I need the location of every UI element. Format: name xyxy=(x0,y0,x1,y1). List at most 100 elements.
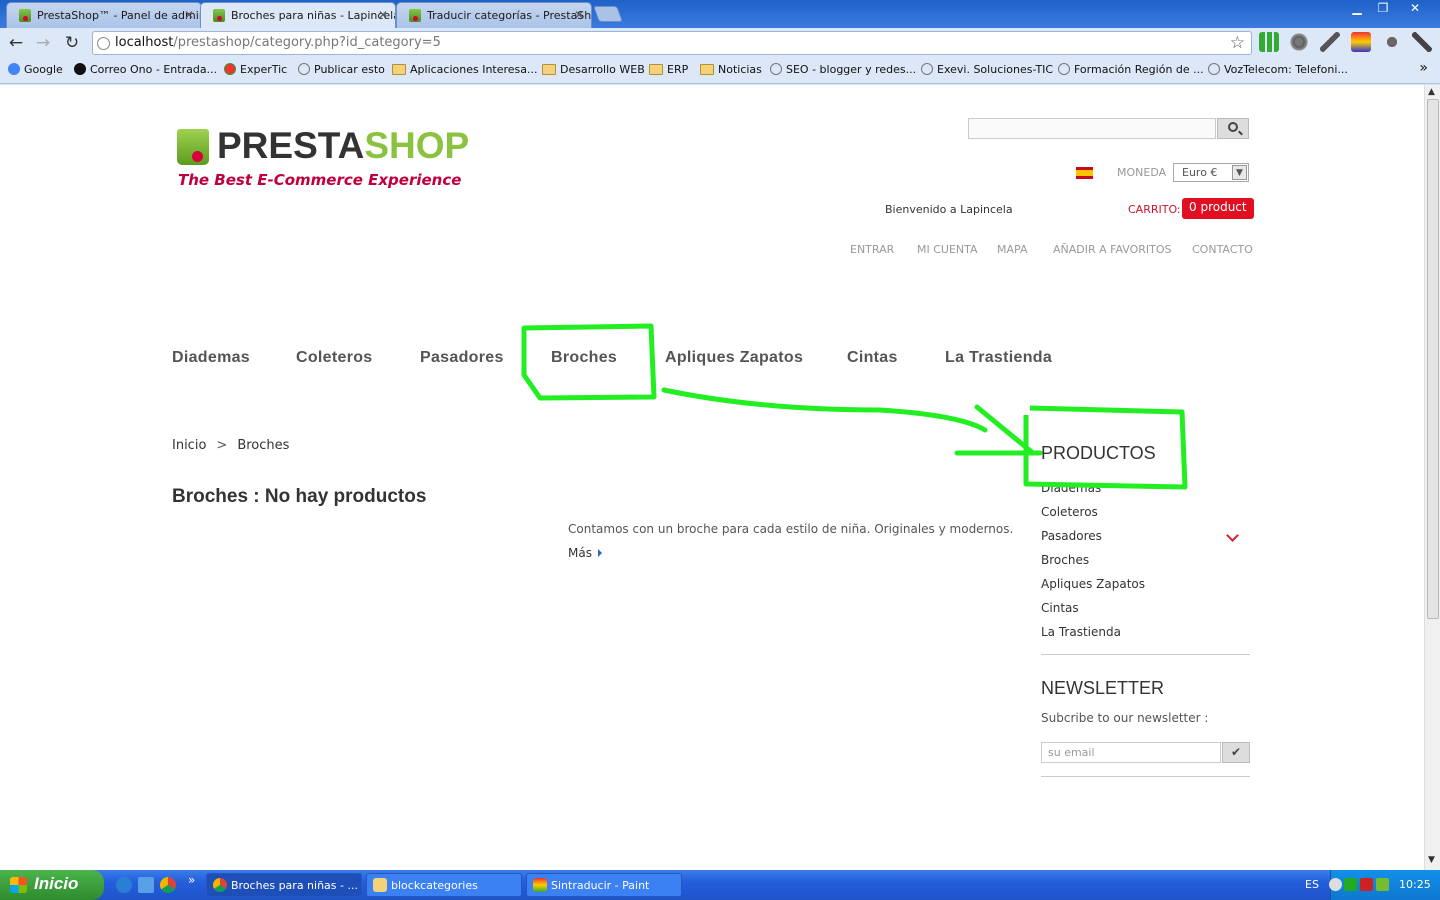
forward-button[interactable]: → xyxy=(32,32,54,54)
prestashop-logo[interactable]: PRESTASHOP The Best E-Commerce Experienc… xyxy=(177,125,469,191)
link-favoritos[interactable]: AÑADIR A FAVORITOS xyxy=(1053,243,1172,256)
clock: 10:25 xyxy=(1399,878,1431,891)
bookmark-voztelecom[interactable]: VozTelecom: Telefoni... xyxy=(1208,63,1348,76)
close-window-button[interactable]: ✕ xyxy=(1402,0,1428,18)
new-tab-button[interactable] xyxy=(593,6,623,22)
start-button[interactable]: Inicio xyxy=(0,870,104,900)
newsletter-email-input[interactable]: su email xyxy=(1041,742,1221,763)
color-extension-icon[interactable] xyxy=(1351,32,1371,52)
tab-broches[interactable]: Broches para niñas - Lapincela ✕ xyxy=(200,2,396,29)
close-icon[interactable]: ✕ xyxy=(378,8,388,22)
bookmark-correo-ono[interactable]: Correo Ono - Entrada... xyxy=(74,63,217,76)
page-title: Broches : No hay productos xyxy=(172,486,427,507)
internet-explorer-icon[interactable] xyxy=(116,877,132,893)
bookmark-label: ERP xyxy=(667,63,689,76)
close-icon[interactable]: ✕ xyxy=(184,8,194,22)
signal-extension-icon[interactable] xyxy=(1259,32,1279,52)
outlook-icon[interactable] xyxy=(138,877,154,893)
google-icon xyxy=(8,63,20,75)
link-mapa[interactable]: MAPA xyxy=(997,243,1027,256)
eyedropper-extension-icon[interactable] xyxy=(1320,32,1340,52)
quicklaunch-more-icon[interactable]: » xyxy=(188,873,195,887)
globe-icon xyxy=(298,63,310,75)
gear-extension-icon[interactable] xyxy=(1289,32,1309,52)
cart-button[interactable]: 0 product xyxy=(1182,198,1254,219)
chevron-down-icon[interactable] xyxy=(1226,529,1239,542)
taskbar-window-label: Sintraducir - Paint xyxy=(551,879,650,892)
language-indicator[interactable]: ES xyxy=(1305,878,1319,891)
tray-nvidia-icon[interactable] xyxy=(1376,878,1389,891)
link-contacto[interactable]: CONTACTO xyxy=(1192,243,1253,256)
bookmark-publicar[interactable]: Publicar esto xyxy=(298,63,385,76)
category-diademas[interactable]: Diademas xyxy=(1041,481,1101,495)
tray-arrow-icon[interactable] xyxy=(1329,878,1342,891)
menu-la-trastienda[interactable]: La Trastienda xyxy=(945,349,1052,367)
reload-button[interactable]: ↻ xyxy=(61,32,83,54)
bookmark-label: Correo Ono - Entrada... xyxy=(90,63,218,76)
menu-pasadores[interactable]: Pasadores xyxy=(420,349,504,367)
chrome-icon[interactable] xyxy=(160,877,176,893)
tab-prestashop-admin[interactable]: PrestaShop™ - Panel de admir ✕ xyxy=(6,2,202,28)
bookmark-label: ExperTic xyxy=(240,63,288,76)
link-entrar[interactable]: ENTRAR xyxy=(850,243,894,256)
address-bar[interactable]: localhost/prestashop/category.php?id_cat… xyxy=(92,31,1252,55)
bookmark-seo[interactable]: SEO - blogger y redes... xyxy=(770,63,916,76)
bookmark-desarrollo[interactable]: Desarrollo WEB xyxy=(542,63,645,76)
menu-broches[interactable]: Broches xyxy=(551,349,617,367)
currency-label: MONEDA xyxy=(1117,166,1167,179)
more-link[interactable]: Más xyxy=(568,546,602,560)
logo-tagline: The Best E-Commerce Experience xyxy=(178,171,462,189)
chevron-down-icon: ▼ xyxy=(1232,165,1247,180)
menu-cintas[interactable]: Cintas xyxy=(847,349,898,367)
minimize-button[interactable]: ▁ xyxy=(1344,0,1370,18)
close-icon[interactable]: ✕ xyxy=(574,8,584,22)
restore-button[interactable]: ❐ xyxy=(1370,0,1396,18)
taskbar-paint-window[interactable]: Sintraducir - Paint xyxy=(526,873,682,897)
tray-green-icon[interactable] xyxy=(1344,878,1357,891)
search-button[interactable] xyxy=(1217,118,1249,139)
logo-text-shop: SHOP xyxy=(364,125,470,166)
breadcrumb-home[interactable]: Inicio xyxy=(172,438,206,453)
taskbar-folder-window[interactable]: blockcategories xyxy=(366,873,522,897)
category-coleteros[interactable]: Coleteros xyxy=(1041,505,1098,519)
bug-extension-icon[interactable] xyxy=(1382,32,1402,52)
category-pasadores[interactable]: Pasadores xyxy=(1041,529,1102,543)
vertical-scrollbar[interactable]: ▲ ▼ xyxy=(1424,85,1440,870)
start-label: Inicio xyxy=(34,874,79,893)
currency-select[interactable]: Euro € ▼ xyxy=(1173,163,1249,182)
expertic-icon xyxy=(224,63,236,75)
bookmark-formacion[interactable]: Formación Región de ... xyxy=(1058,63,1204,76)
back-button[interactable]: ← xyxy=(5,32,27,54)
link-mi-cuenta[interactable]: MI CUENTA xyxy=(917,243,978,256)
bookmark-expertic[interactable]: ExperTic xyxy=(224,63,287,76)
tab-title: PrestaShop™ - Panel de admir xyxy=(37,9,202,22)
bookmark-exevi[interactable]: Exevi. Soluciones-TIC xyxy=(921,63,1053,76)
category-cintas[interactable]: Cintas xyxy=(1041,601,1079,615)
bookmarks-bar: Google Correo Ono - Entrada... ExperTic … xyxy=(0,58,1440,84)
tab-traducir[interactable]: Traducir categorías - PrestaSh ✕ xyxy=(396,2,592,28)
bookmark-google[interactable]: Google xyxy=(8,63,63,76)
scroll-down-icon[interactable]: ▼ xyxy=(1428,855,1435,865)
search-input[interactable] xyxy=(968,118,1216,139)
bookmark-star-icon[interactable]: ☆ xyxy=(1230,33,1245,53)
welcome-text: Bienvenido a Lapincela xyxy=(885,203,1013,216)
bookmark-label: Exevi. Soluciones-TIC xyxy=(937,63,1054,76)
tray-shield-icon[interactable] xyxy=(1360,878,1373,891)
newsletter-submit-button[interactable]: ✔ xyxy=(1222,742,1250,763)
bookmark-erp[interactable]: ERP xyxy=(649,63,688,76)
bookmark-aplicaciones[interactable]: Aplicaciones Interesa... xyxy=(392,63,538,76)
newsletter-heading: NEWSLETTER xyxy=(1041,678,1165,698)
bookmarks-more-icon[interactable]: » xyxy=(1419,60,1428,76)
taskbar-chrome-window[interactable]: Broches para niñas - ... xyxy=(206,873,362,897)
category-la-trastienda[interactable]: La Trastienda xyxy=(1041,625,1121,639)
menu-diademas[interactable]: Diademas xyxy=(172,349,250,367)
menu-apliques-zapatos[interactable]: Apliques Zapatos xyxy=(665,349,803,367)
menu-coleteros[interactable]: Coleteros xyxy=(296,349,373,367)
category-apliques-zapatos[interactable]: Apliques Zapatos xyxy=(1041,577,1145,591)
bookmark-noticias[interactable]: Noticias xyxy=(700,63,762,76)
scrollbar-thumb[interactable] xyxy=(1427,99,1439,619)
wrench-icon[interactable] xyxy=(1412,32,1432,52)
scroll-up-icon[interactable]: ▲ xyxy=(1428,87,1435,97)
spain-flag-icon[interactable] xyxy=(1076,167,1093,179)
category-broches[interactable]: Broches xyxy=(1041,553,1089,567)
